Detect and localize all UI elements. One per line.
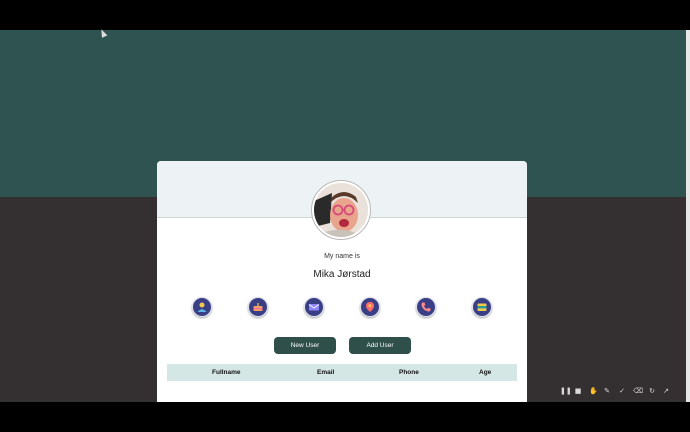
letterbox-bottom: [0, 402, 690, 432]
birthday-info-button[interactable]: [248, 297, 268, 317]
email-info-button[interactable]: [304, 297, 324, 317]
stop-icon[interactable]: ■: [574, 387, 582, 395]
name-intro-label: My name is: [324, 253, 360, 260]
scrollbar[interactable]: [686, 30, 690, 402]
lock-icon: [477, 303, 487, 311]
user-name: Mika Jørstad: [313, 269, 371, 280]
phone-icon: [421, 302, 431, 312]
users-table-header: Fullname Email Phone Age: [167, 364, 517, 381]
user-card: My name is Mika Jørstad New User Add Use…: [157, 161, 527, 402]
expand-icon[interactable]: ↗: [662, 387, 670, 395]
column-header-age[interactable]: Age: [479, 364, 491, 381]
column-header-email[interactable]: Email: [317, 364, 334, 381]
new-user-button[interactable]: New User: [274, 337, 336, 354]
pointer-icon[interactable]: ✋: [589, 387, 598, 395]
eraser-icon[interactable]: ⌫: [633, 387, 643, 395]
add-user-button[interactable]: Add User: [349, 337, 411, 354]
phone-info-button[interactable]: [416, 297, 436, 317]
user-info-button[interactable]: [192, 297, 212, 317]
refresh-icon[interactable]: ↻: [648, 387, 656, 395]
mail-icon: [308, 304, 320, 311]
user-icon: [197, 302, 207, 312]
column-header-phone[interactable]: Phone: [399, 364, 419, 381]
avatar: [311, 180, 371, 240]
pen-icon[interactable]: ✎: [603, 387, 611, 395]
avatar-photo: [314, 183, 368, 237]
pause-icon[interactable]: ❚❚: [560, 387, 572, 395]
highlighter-icon[interactable]: ✓: [618, 387, 626, 395]
letterbox-top: [0, 0, 690, 30]
calendar-icon: [253, 303, 263, 311]
column-header-fullname[interactable]: Fullname: [212, 364, 241, 381]
map-pin-icon: [366, 302, 374, 312]
location-info-button[interactable]: [360, 297, 380, 317]
password-info-button[interactable]: [472, 297, 492, 317]
